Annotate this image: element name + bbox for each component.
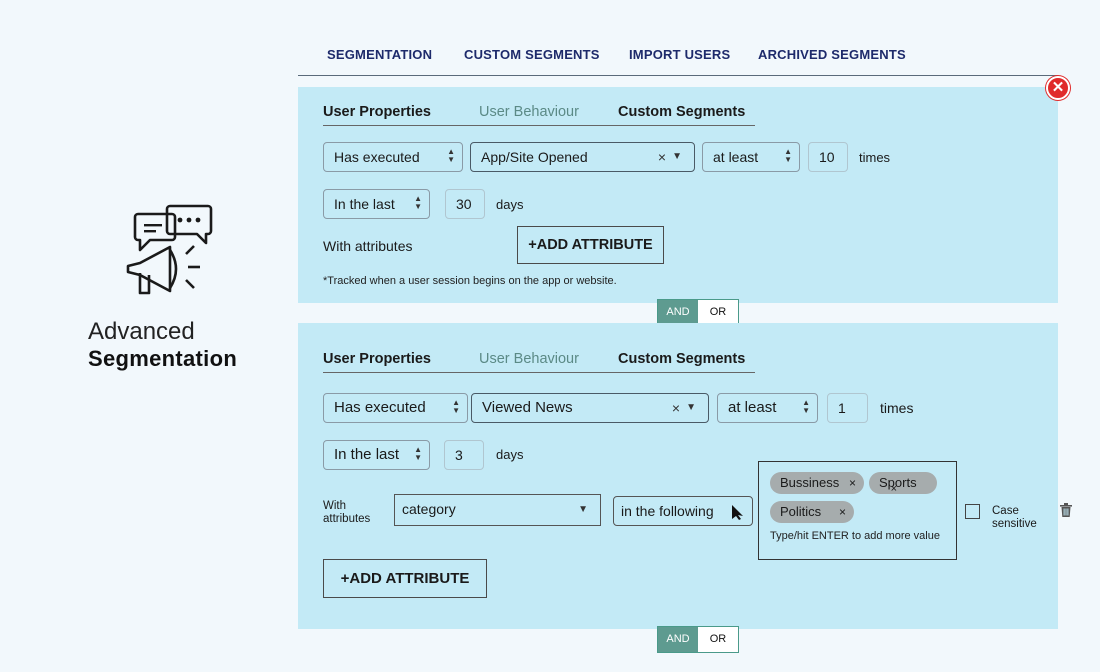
brand-title-light: Advanced — [88, 318, 195, 345]
subtabs-2: User Properties User Behaviour Custom Se… — [323, 347, 755, 373]
values-hint: Type/hit ENTER to add more value — [770, 530, 940, 542]
action-select-value: Has executed — [334, 399, 426, 416]
add-attribute-button[interactable]: +ADD ATTRIBUTE — [323, 559, 487, 598]
case-sensitive-checkbox[interactable] — [965, 504, 980, 519]
count-unit: times — [880, 400, 914, 416]
operator-select-value: in the following — [621, 503, 714, 519]
period-select[interactable]: In the last ▲ ▼ — [323, 440, 430, 470]
clear-icon[interactable]: × — [658, 143, 666, 171]
remove-chip-icon[interactable]: × — [849, 472, 856, 494]
event-combobox-value: Viewed News — [482, 399, 573, 416]
with-attributes-label: With attributes — [323, 500, 371, 525]
period-select[interactable]: In the last ▲ ▼ — [323, 189, 430, 219]
brand-title-bold: Segmentation — [88, 346, 238, 371]
add-attribute-button[interactable]: +ADD ATTRIBUTE — [517, 226, 664, 264]
sort-arrows-icon: ▲ ▼ — [784, 147, 792, 164]
with-attributes-label: With attributes — [323, 238, 413, 254]
subtab-custom-segments[interactable]: Custom Segments — [618, 104, 745, 120]
sort-arrows-icon: ▲ ▼ — [447, 147, 455, 164]
period-unit: days — [496, 197, 524, 212]
chip-label: Bussiness — [780, 475, 840, 490]
close-icon[interactable]: ✕ — [1046, 76, 1070, 100]
case-sensitive-label: Case sensitive — [992, 505, 1037, 530]
and-button[interactable]: AND — [658, 300, 698, 325]
and-button[interactable]: AND — [658, 627, 698, 652]
subtab-user-properties[interactable]: User Properties — [323, 351, 431, 367]
attribute-select-value: category — [402, 501, 456, 517]
sort-arrows-icon: ▲ ▼ — [452, 398, 460, 415]
value-chip: Sports × — [869, 472, 937, 495]
value-chip: Politics × — [770, 501, 854, 523]
segment-card-2: User Properties User Behaviour Custom Se… — [298, 323, 1072, 629]
period-unit: days — [496, 447, 524, 462]
tracking-note: *Tracked when a user session begins on t… — [323, 275, 617, 287]
megaphone-chat-icon — [126, 204, 213, 295]
event-combobox[interactable]: Viewed News × ▼ — [471, 393, 709, 423]
or-button[interactable]: OR — [698, 627, 738, 652]
condition-select-value: at least — [728, 399, 777, 416]
period-select-value: In the last — [334, 446, 400, 463]
count-input[interactable]: 10 — [808, 142, 848, 172]
chevron-down-icon[interactable]: ▼ — [578, 496, 588, 524]
attribute-select[interactable]: category ▼ — [394, 494, 601, 526]
action-select-value: Has executed — [334, 149, 420, 165]
sort-arrows-icon: ▲ ▼ — [414, 445, 422, 462]
subtab-custom-segments[interactable]: Custom Segments — [618, 351, 745, 367]
clear-icon[interactable]: × — [672, 394, 680, 422]
remove-chip-icon[interactable]: × — [891, 478, 897, 500]
count-unit: times — [859, 150, 891, 165]
remove-chip-icon[interactable]: × — [839, 501, 846, 523]
action-select[interactable]: Has executed ▲ ▼ — [323, 393, 468, 423]
values-tag-input[interactable]: Bussiness × Sports × Politics × Type/hit… — [758, 461, 957, 560]
condition-select-value: at least — [713, 149, 759, 165]
chip-label: Politics — [780, 504, 822, 519]
cursor-icon — [732, 505, 743, 520]
event-combobox-value: App/Site Opened — [481, 149, 588, 165]
and-or-toggle-2: AND OR — [657, 626, 739, 653]
segment-card-1: User Properties User Behaviour Custom Se… — [298, 87, 1058, 303]
action-select[interactable]: Has executed ▲ ▼ — [323, 142, 463, 172]
and-or-toggle-1: AND OR — [657, 299, 739, 326]
tab-segmentation[interactable]: SEGMENTATION — [327, 47, 432, 62]
operator-select[interactable]: in the following — [613, 496, 753, 526]
top-nav: SEGMENTATION CUSTOM SEGMENTS IMPORT USER… — [298, 40, 1058, 76]
subtab-user-behaviour[interactable]: User Behaviour — [479, 351, 579, 367]
period-select-value: In the last — [334, 196, 395, 212]
tab-custom-segments[interactable]: CUSTOM SEGMENTS — [464, 47, 600, 62]
or-button[interactable]: OR — [698, 300, 738, 325]
count-input[interactable]: 1 — [827, 393, 868, 423]
event-combobox[interactable]: App/Site Opened × ▼ — [470, 142, 695, 172]
value-chip: Bussiness × — [770, 472, 864, 494]
subtab-user-behaviour[interactable]: User Behaviour — [479, 104, 579, 120]
tab-archived-segments[interactable]: ARCHIVED SEGMENTS — [758, 47, 906, 62]
sort-arrows-icon: ▲ ▼ — [802, 398, 810, 415]
chevron-down-icon[interactable]: ▼ — [686, 394, 696, 422]
subtab-user-properties[interactable]: User Properties — [323, 104, 431, 120]
subtabs-1: User Properties User Behaviour Custom Se… — [323, 100, 755, 126]
tab-import-users[interactable]: IMPORT USERS — [629, 47, 730, 62]
trash-icon[interactable] — [1060, 503, 1072, 517]
period-value-input[interactable]: 3 — [444, 440, 484, 470]
condition-select[interactable]: at least ▲ ▼ — [702, 142, 800, 172]
period-value-input[interactable]: 30 — [445, 189, 485, 219]
condition-select[interactable]: at least ▲ ▼ — [717, 393, 818, 423]
brand-panel: Advanced Segmentation — [88, 200, 288, 372]
sort-arrows-icon: ▲ ▼ — [414, 194, 422, 211]
chip-label: Sports — [879, 475, 917, 490]
chevron-down-icon[interactable]: ▼ — [672, 143, 682, 171]
